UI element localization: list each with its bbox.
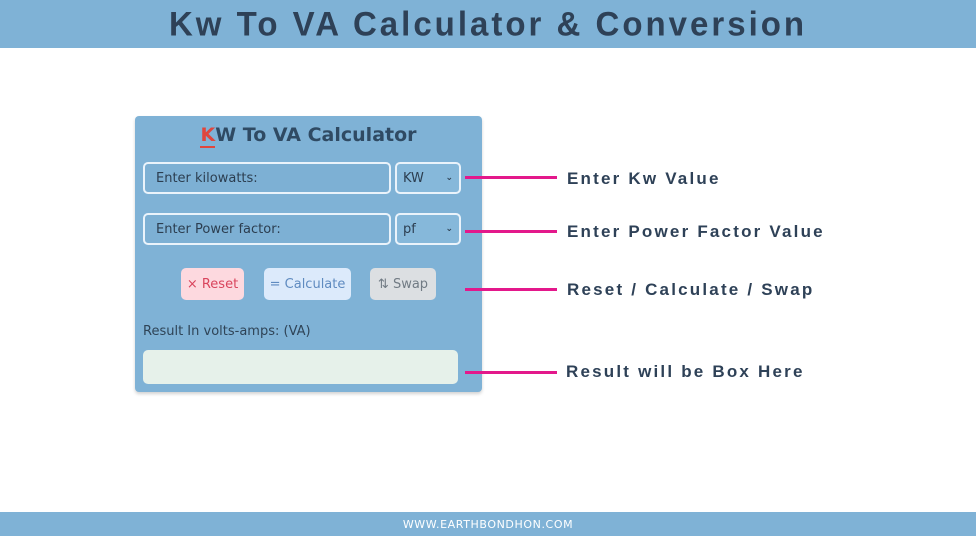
power-factor-input[interactable]: Enter Power factor: [143, 213, 391, 245]
kilowatts-input-placeholder: Enter kilowatts: [156, 170, 258, 186]
calculator-title-rest: W To VA Calculator [215, 124, 417, 146]
calculator-card: KW To VA Calculator Enter kilowatts: KW … [135, 116, 482, 392]
footer-banner: WWW.EARTHBONDHON.COM [0, 512, 976, 536]
power-factor-input-placeholder: Enter Power factor: [156, 221, 281, 237]
annotation-pf-value: Enter Power Factor Value [567, 222, 825, 241]
result-output[interactable] [143, 350, 458, 384]
annotation-result: Result will be Box Here [566, 362, 805, 381]
annotation-buttons: Reset / Calculate / Swap [567, 280, 815, 299]
page-title: Kw To VA Calculator & Conversion [168, 4, 808, 43]
pointer-line-result [465, 371, 557, 374]
kw-unit-selected: KW [403, 170, 424, 186]
pf-unit-selected: pf [403, 221, 416, 237]
pointer-line-buttons [465, 288, 557, 291]
calculator-title-first-letter: K [200, 124, 216, 148]
reset-button[interactable]: × Reset [181, 268, 244, 300]
pointer-line-kw [465, 176, 557, 179]
calculator-title: KW To VA Calculator [135, 124, 482, 148]
kilowatts-input[interactable]: Enter kilowatts: [143, 162, 391, 194]
kw-unit-select[interactable]: KW ⌄ [395, 162, 461, 194]
footer-website: WWW.EARTHBONDHON.COM [402, 517, 574, 531]
pf-unit-select[interactable]: pf ⌄ [395, 213, 461, 245]
top-banner: Kw To VA Calculator & Conversion [0, 0, 976, 48]
calculate-button[interactable]: = Calculate [264, 268, 351, 300]
pointer-line-pf [465, 230, 557, 233]
swap-button[interactable]: ⇅ Swap [370, 268, 436, 300]
annotation-kw-value: Enter Kw Value [567, 169, 721, 188]
result-label: Result In volts-amps: (VA) [143, 324, 311, 339]
chevron-down-icon: ⌄ [445, 173, 453, 183]
chevron-down-icon: ⌄ [445, 224, 453, 234]
